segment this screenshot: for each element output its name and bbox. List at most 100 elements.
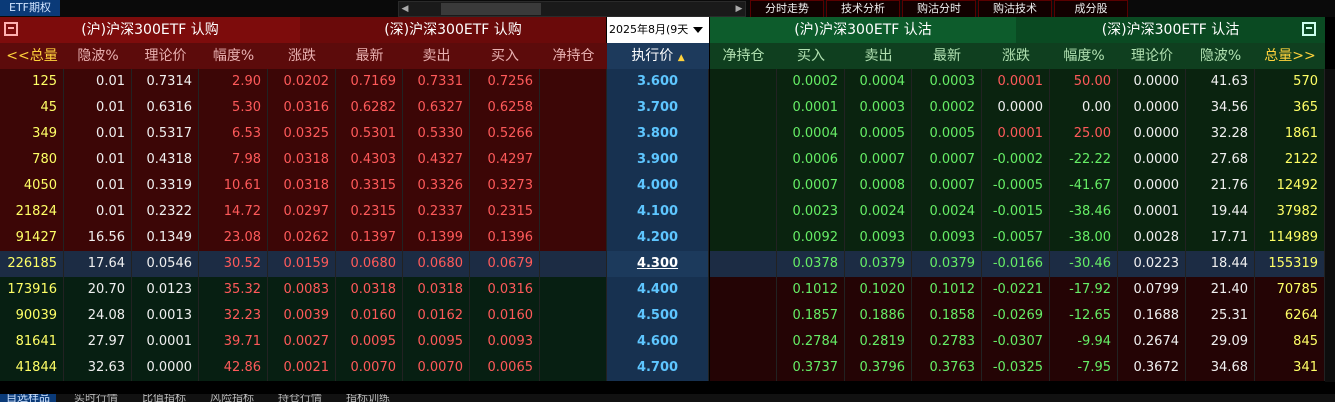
strike-price[interactable]: 3.700 (607, 95, 709, 121)
col-header-put-2[interactable]: 卖出 (845, 43, 912, 69)
call-cell-4: 0.0318 (268, 147, 336, 173)
put-cell-7: 29.09 (1186, 329, 1255, 355)
call-cell-0: 41844 (0, 355, 64, 381)
put-cell-3: 0.0007 (912, 147, 982, 173)
call-cell-3: 32.23 (199, 303, 268, 329)
call-cell-1: 0.01 (64, 95, 132, 121)
calendar-icon[interactable] (4, 22, 18, 36)
call-cell-5: 0.0095 (336, 329, 403, 355)
table-row[interactable]: 90039 24.08 0.0013 32.23 0.0039 0.0160 0.0162 0… (0, 303, 1335, 329)
put-cell-4: -0.0057 (982, 225, 1050, 251)
call-cell-5: 0.2315 (336, 199, 403, 225)
put-cell-7: 17.71 (1186, 225, 1255, 251)
scroll-right-icon[interactable]: ▶ (733, 2, 745, 16)
strike-price[interactable]: 4.700 (607, 355, 709, 381)
put-cell-3: 0.0003 (912, 69, 982, 95)
table-row[interactable]: 349 0.01 0.5317 6.53 0.0325 0.5301 0.5330 0.526… (0, 121, 1335, 147)
col-header-put-3[interactable]: 最新 (912, 43, 982, 69)
strike-price[interactable]: 4.600 (607, 329, 709, 355)
call-cell-8 (540, 199, 607, 225)
bottom-tab-2[interactable]: 比值指标 (136, 394, 192, 402)
col-header-call-1[interactable]: 隐波% (64, 43, 132, 69)
put-cell-0 (710, 251, 777, 277)
strike-price[interactable]: 4.000 (607, 173, 709, 199)
table-row[interactable]: 81641 27.97 0.0001 39.71 0.0027 0.0095 0.0095 0… (0, 329, 1335, 355)
horizontal-scrollbar[interactable]: ◀ ▶ (398, 1, 746, 17)
put-cell-7: 25.31 (1186, 303, 1255, 329)
put-cell-1: 0.1012 (777, 277, 845, 303)
col-header-call-7[interactable]: 买入 (470, 43, 540, 69)
col-header-put-4[interactable]: 涨跌 (982, 43, 1050, 69)
vertical-scrollbar[interactable] (1325, 69, 1335, 382)
put-cell-0 (710, 303, 777, 329)
strike-price[interactable]: 3.600 (607, 69, 709, 95)
call-cell-6: 0.3326 (403, 173, 470, 199)
strike-price[interactable]: 4.300 (607, 251, 709, 277)
col-header-call-4[interactable]: 涨跌 (268, 43, 336, 69)
btn-constituents[interactable]: 成分股 (1054, 0, 1128, 18)
col-header-call-8[interactable]: 净持仓 (540, 43, 607, 69)
col-header-put-1[interactable]: 买入 (777, 43, 845, 69)
put-cell-7: 41.63 (1186, 69, 1255, 95)
call-cell-8 (540, 225, 607, 251)
btn-tech-analysis[interactable]: 技术分析 (826, 0, 900, 18)
strike-price[interactable]: 4.500 (607, 303, 709, 329)
bottom-tab-5[interactable]: 指标训练 (340, 394, 396, 402)
call-cell-1: 0.01 (64, 121, 132, 147)
call-cell-4: 0.0297 (268, 199, 336, 225)
table-row[interactable]: 173916 20.70 0.0123 35.32 0.0083 0.0318 0.0318… (0, 277, 1335, 303)
calendar-icon[interactable] (1302, 22, 1316, 36)
bottom-tab-3[interactable]: 风险指标 (204, 394, 260, 402)
bottom-tab-4[interactable]: 持仓行情 (272, 394, 328, 402)
btn-intraday[interactable]: 分时走势 (750, 0, 824, 18)
call-cell-4: 0.0021 (268, 355, 336, 381)
tab-etf-options[interactable]: ETF期权 (0, 0, 60, 16)
table-row[interactable]: 226185 17.64 0.0546 30.52 0.0159 0.0680 0.0680… (0, 251, 1335, 277)
call-cell-5: 0.3315 (336, 173, 403, 199)
bottom-tab-0[interactable]: 自选样品 (0, 394, 56, 402)
col-header-put-8[interactable]: 总量>> (1255, 43, 1325, 69)
table-row[interactable]: 41844 32.63 0.0000 42.86 0.0021 0.0070 0.0070 0… (0, 355, 1335, 381)
col-header-call-6[interactable]: 卖出 (403, 43, 470, 69)
expiry-select[interactable]: 2025年8月(9天 (607, 17, 709, 43)
col-header-call-3[interactable]: 幅度% (199, 43, 268, 69)
strike-price[interactable]: 4.400 (607, 277, 709, 303)
table-row[interactable]: 91427 16.56 0.1349 23.08 0.0262 0.1397 0.1399 0… (0, 225, 1335, 251)
call-cell-4: 0.0202 (268, 69, 336, 95)
top-toolbar: ETF期权 ◀ ▶ 分时走势 技术分析 购沽分时 购沽技术 成分股 (0, 0, 1335, 18)
table-row[interactable]: 780 0.01 0.4318 7.98 0.0318 0.4303 0.4327 0.429… (0, 147, 1335, 173)
put-cell-1: 0.0023 (777, 199, 845, 225)
call-cell-7: 0.7256 (470, 69, 540, 95)
col-header-put-6[interactable]: 理论价 (1118, 43, 1186, 69)
call-cell-4: 0.0262 (268, 225, 336, 251)
col-header-call-0[interactable]: <<总量 (0, 43, 64, 69)
put-cell-3: 0.0007 (912, 173, 982, 199)
table-row[interactable]: 21824 0.01 0.2322 14.72 0.0297 0.2315 0.2337 0.… (0, 199, 1335, 225)
call-cell-4: 0.0039 (268, 303, 336, 329)
put-cell-6: 0.2674 (1118, 329, 1186, 355)
table-row[interactable]: 125 0.01 0.7314 2.90 0.0202 0.7169 0.7331 0.725… (0, 69, 1335, 95)
btn-callput-tech[interactable]: 购沽技术 (978, 0, 1052, 18)
strike-price[interactable]: 4.100 (607, 199, 709, 225)
bottom-tab-1[interactable]: 实时行情 (68, 394, 124, 402)
strike-price[interactable]: 4.200 (607, 225, 709, 251)
scroll-thumb[interactable] (441, 3, 541, 15)
btn-callput-intraday[interactable]: 购沽分时 (902, 0, 976, 18)
strike-price[interactable]: 3.900 (607, 147, 709, 173)
put-cell-8: 2122 (1255, 147, 1325, 173)
scroll-left-icon[interactable]: ◀ (399, 2, 411, 16)
col-header-call-2[interactable]: 理论价 (132, 43, 199, 69)
col-header-put-7[interactable]: 隐波% (1186, 43, 1255, 69)
put-cell-1: 0.3737 (777, 355, 845, 381)
table-row[interactable]: 45 0.01 0.6316 5.30 0.0316 0.6282 0.6327 0.6258… (0, 95, 1335, 121)
call-cell-0: 21824 (0, 199, 64, 225)
strike-price[interactable]: 3.800 (607, 121, 709, 147)
table-row[interactable]: 4050 0.01 0.3319 10.61 0.0318 0.3315 0.3326 0.3… (0, 173, 1335, 199)
call-cell-6: 0.0680 (403, 251, 470, 277)
col-header-strike[interactable]: 执行价 ▲ (607, 43, 709, 69)
call-cell-1: 32.63 (64, 355, 132, 381)
col-header-call-5[interactable]: 最新 (336, 43, 403, 69)
put-cell-7: 21.76 (1186, 173, 1255, 199)
col-header-put-0[interactable]: 净持仓 (710, 43, 777, 69)
col-header-put-5[interactable]: 幅度% (1050, 43, 1118, 69)
